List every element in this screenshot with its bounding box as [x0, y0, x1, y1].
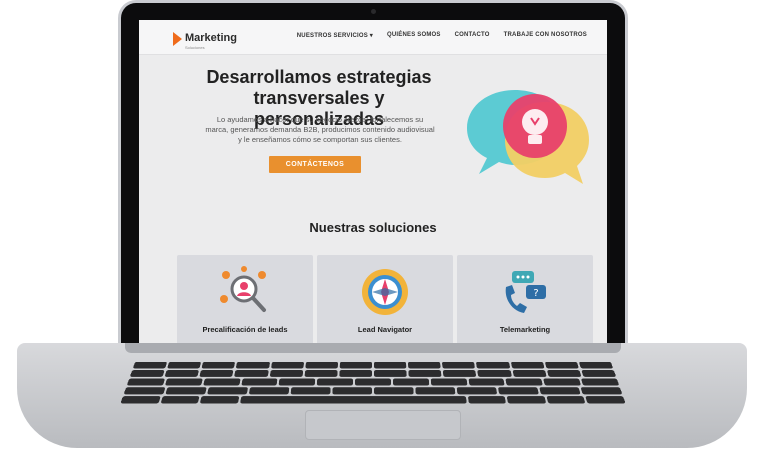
logo[interactable]: Marketing Soluciones [173, 28, 237, 50]
nav-trabaje[interactable]: TRABAJE CON NOSOTROS [504, 32, 587, 39]
main-nav: NUESTROS SERVICIOS ▾ QUIÉNES SOMOS CONTA… [297, 32, 587, 39]
laptop-hinge [125, 343, 621, 353]
hero-text: Lo ayudamos a hacer que su negocio crezc… [205, 115, 435, 144]
card-precalificacion[interactable]: Precalificación de leads [177, 255, 313, 348]
site-header: Marketing Soluciones NUESTROS SERVICIOS … [139, 20, 607, 55]
svg-text:?: ? [533, 288, 538, 299]
laptop-screen: Marketing Soluciones NUESTROS SERVICIOS … [139, 20, 607, 348]
nav-quienes-somos[interactable]: QUIÉNES SOMOS [387, 32, 441, 39]
solutions-title: Nuestras soluciones [309, 220, 437, 235]
idea-bubbles-icon [467, 90, 589, 184]
logo-subtitle: Soluciones [185, 45, 205, 50]
compass-icon [362, 269, 408, 315]
nav-servicios[interactable]: NUESTROS SERVICIOS ▾ [297, 32, 373, 39]
card-label: Precalificación de leads [202, 325, 288, 334]
nav-contacto[interactable]: CONTACTO [455, 32, 490, 39]
card-lead-navigator[interactable]: Lead Navigator [317, 255, 453, 348]
keyboard [120, 361, 626, 404]
logo-mark-icon [173, 32, 182, 46]
trackpad [305, 410, 461, 440]
contact-button[interactable]: CONTÁCTENOS [269, 156, 361, 173]
card-label: Telemarketing [499, 325, 551, 334]
webcam [371, 9, 376, 14]
logo-title: Marketing [185, 32, 237, 44]
card-label: Lead Navigator [357, 325, 413, 334]
user-search-icon [220, 266, 266, 312]
phone-chat-icon: ? [505, 271, 546, 313]
card-telemarketing[interactable]: ? Telemarketing [457, 255, 593, 348]
